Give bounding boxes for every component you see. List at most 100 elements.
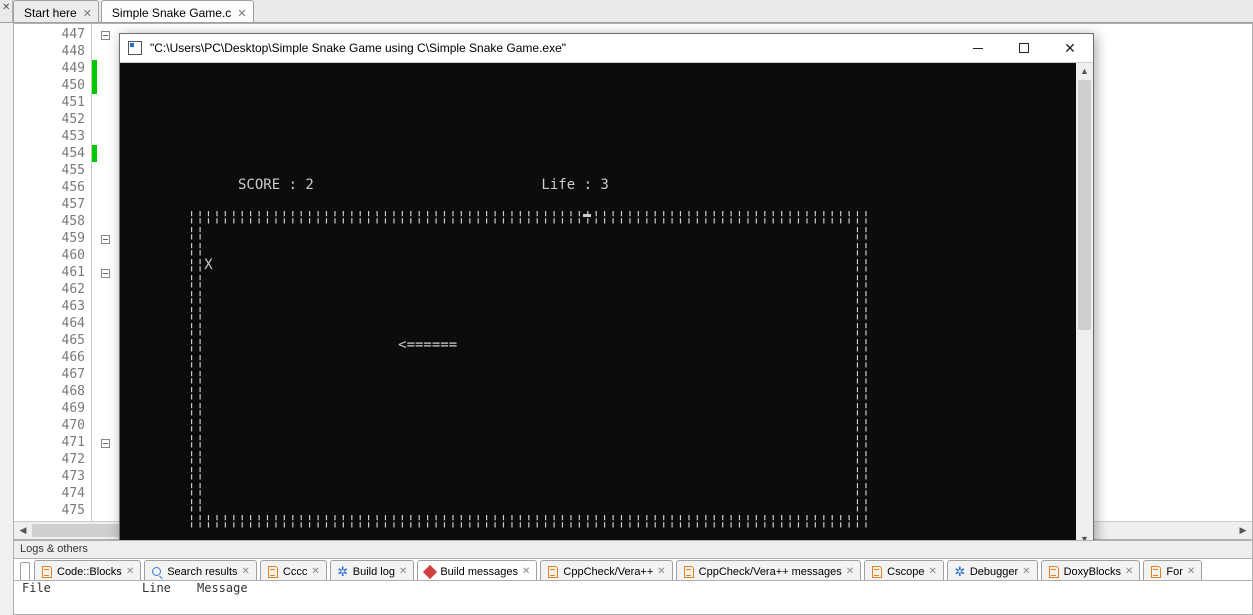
log-tab-doxyblocks[interactable]: DoxyBlocks ✕ (1041, 560, 1141, 580)
close-icon[interactable]: ✕ (846, 566, 854, 577)
close-icon[interactable]: ✕ (1125, 566, 1133, 577)
log-tab-label: Build log (353, 566, 395, 578)
fold-toggle[interactable] (101, 235, 110, 244)
console-window: "C:\Users\PC\Desktop\Simple Snake Game u… (119, 33, 1094, 549)
close-icon: ✕ (1064, 41, 1076, 55)
log-tab-cppcheck-vera-messages[interactable]: CppCheck/Vera++ messages✕ (676, 560, 861, 580)
gear-icon: ✲ (954, 566, 966, 578)
line-number: 475 (62, 503, 85, 518)
minimize-icon (973, 48, 983, 49)
log-tab-label: DoxyBlocks (1064, 566, 1121, 578)
log-tab-for[interactable]: For ✕ (1143, 560, 1202, 580)
log-tab-search-results[interactable]: Search results ✕ (144, 560, 257, 580)
log-tab-debugger[interactable]: ✲ Debugger ✕ (947, 560, 1038, 580)
close-icon[interactable]: ✕ (2, 2, 10, 13)
close-icon[interactable]: ✕ (83, 7, 92, 20)
scroll-thumb[interactable] (1078, 80, 1091, 330)
log-tab-label: Debugger (970, 566, 1018, 578)
col-file: File (22, 581, 142, 597)
tab-label: Start here (24, 6, 77, 20)
logs-title: Logs & others (14, 541, 1252, 559)
fold-column (98, 24, 116, 521)
log-tab-code-blocks[interactable]: Code::Blocks✕ (34, 560, 141, 580)
fold-toggle[interactable] (101, 439, 110, 448)
document-icon (41, 566, 53, 578)
line-number: 460 (62, 248, 85, 263)
close-icon[interactable]: ✕ (928, 566, 936, 577)
line-number: 471 (62, 435, 85, 450)
document-icon (1048, 566, 1060, 578)
line-number: 469 (62, 401, 85, 416)
scroll-up-icon[interactable]: ▲ (1076, 63, 1093, 80)
tab-start-here[interactable]: Start here ✕ (13, 0, 99, 22)
document-icon (1150, 566, 1162, 578)
console-titlebar[interactable]: "C:\Users\PC\Desktop\Simple Snake Game u… (120, 34, 1093, 63)
line-gutter: 4474484494504514524534544554564574584594… (14, 24, 92, 521)
console-output[interactable]: SCORE : 2 Life : 3 ¦¦¦¦¦¦¦¦¦¦¦¦¦¦¦¦¦¦¦¦¦… (120, 63, 1076, 548)
log-tab-label: Cscope (887, 566, 924, 578)
close-icon[interactable]: ✕ (242, 566, 250, 577)
text-cursor (583, 214, 591, 217)
close-icon[interactable]: ✕ (311, 566, 319, 577)
close-icon[interactable]: ✕ (657, 566, 665, 577)
gear-icon: ✲ (337, 566, 349, 578)
grid-header: File Line Message (14, 581, 1252, 597)
line-number: 454 (62, 146, 85, 161)
log-tab-build-messages[interactable]: Build messages ✕ (417, 560, 537, 580)
log-tab-cccc[interactable]: Cccc ✕ (260, 560, 327, 580)
log-tab-cscope[interactable]: Cscope ✕ (864, 560, 944, 580)
tab-label: Simple Snake Game.c (112, 6, 231, 20)
logs-panel: Logs & others Code::Blocks✕Search result… (13, 540, 1253, 615)
document-icon (547, 566, 559, 578)
col-message: Message (197, 581, 248, 597)
line-number: 458 (62, 214, 85, 229)
line-number: 466 (62, 350, 85, 365)
logs-tab-bar: Code::Blocks✕ Search results ✕ Cccc ✕ ✲ Build … (14, 559, 1252, 581)
log-tab-label: Build messages (440, 566, 518, 578)
scroll-left-icon[interactable]: ◀ (14, 522, 32, 539)
log-tab-label: CppCheck/Vera++ (563, 566, 653, 578)
fold-toggle[interactable] (101, 31, 110, 40)
document-icon (267, 566, 279, 578)
diamond-icon (424, 566, 436, 578)
document-icon (871, 566, 883, 578)
log-tab-cppcheck-vera-[interactable]: CppCheck/Vera++ ✕ (540, 560, 672, 580)
close-icon[interactable]: ✕ (1022, 566, 1030, 577)
close-icon[interactable]: ✕ (522, 566, 530, 577)
line-number: 474 (62, 486, 85, 501)
log-tab-label: Search results (167, 566, 237, 578)
scroll-tabs-left[interactable] (20, 562, 30, 580)
build-messages-grid[interactable]: File Line Message (14, 581, 1252, 614)
scroll-right-icon[interactable]: ▶ (1234, 522, 1252, 539)
vertical-scrollbar[interactable]: ▲ ▼ (1076, 63, 1093, 548)
line-number: 465 (62, 333, 85, 348)
close-icon[interactable]: ✕ (1187, 566, 1195, 577)
editor-tab-bar: ✕ Start here ✕ Simple Snake Game.c ✕ (0, 0, 1253, 23)
fold-toggle[interactable] (101, 269, 110, 278)
close-button[interactable]: ✕ (1047, 34, 1093, 62)
line-number: 467 (62, 367, 85, 382)
maximize-button[interactable] (1001, 34, 1047, 62)
app-icon (128, 41, 142, 55)
line-number: 451 (62, 95, 85, 110)
close-icon[interactable]: ✕ (126, 566, 134, 577)
line-number: 455 (62, 163, 85, 178)
document-icon (683, 566, 695, 578)
line-number: 463 (62, 299, 85, 314)
close-icon[interactable]: ✕ (237, 7, 246, 20)
line-number: 450 (62, 78, 85, 93)
line-number: 470 (62, 418, 85, 433)
minimize-button[interactable] (955, 34, 1001, 62)
line-number: 449 (62, 61, 85, 76)
log-tab-build-log[interactable]: ✲ Build log ✕ (330, 560, 415, 580)
log-tab-label: Cccc (283, 566, 307, 578)
sidebar-handle[interactable]: ✕ (0, 0, 13, 22)
close-icon[interactable]: ✕ (399, 566, 407, 577)
line-number: 464 (62, 316, 85, 331)
change-marker (92, 145, 97, 162)
log-tab-label: For (1166, 566, 1183, 578)
maximize-icon (1019, 43, 1029, 53)
line-number: 459 (62, 231, 85, 246)
line-number: 456 (62, 180, 85, 195)
tab-source-file[interactable]: Simple Snake Game.c ✕ (101, 0, 254, 22)
